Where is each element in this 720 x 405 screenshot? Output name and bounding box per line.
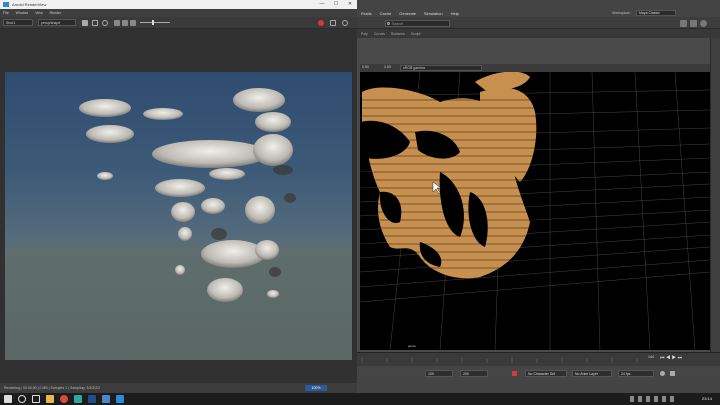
zoom-indicator[interactable]: 100% <box>305 385 327 391</box>
aov-select[interactable]: persp/shape <box>38 19 76 26</box>
workspace-label: Workspace: <box>612 11 631 15</box>
viewport-3d[interactable]: persp <box>360 72 710 350</box>
system-tray-icons[interactable] <box>630 396 678 402</box>
shelf-tab-curves[interactable]: Curves <box>374 32 385 36</box>
search-input[interactable]: Search <box>385 20 450 27</box>
menu-fluids[interactable]: Fluids <box>361 11 372 16</box>
desktop: Fluids Cache Generate Simulation Help Wo… <box>0 0 720 405</box>
maya-icon[interactable] <box>74 395 82 403</box>
rv-menu-render[interactable]: Render <box>50 11 61 15</box>
maximize-button[interactable]: ☐ <box>329 0 343 9</box>
renderview-titlebar[interactable]: Arnold RenderView <box>0 0 357 9</box>
chrome-icon[interactable] <box>60 395 68 403</box>
photoshop-icon[interactable] <box>88 395 96 403</box>
rv-menu-window[interactable]: Window <box>16 11 28 15</box>
fps-select[interactable]: 24 fps <box>618 370 654 377</box>
menu-help[interactable]: Help <box>451 11 459 16</box>
search-icon <box>387 22 390 25</box>
preferences-icon[interactable] <box>670 371 675 376</box>
character-set-select[interactable]: No Character Set <box>525 370 567 377</box>
stop-icon[interactable] <box>92 20 98 26</box>
range-start-field[interactable]: 100 <box>425 370 453 377</box>
refresh-icon[interactable] <box>102 20 108 26</box>
arnold-taskbar-icon[interactable] <box>116 395 124 403</box>
rv-menu-file[interactable]: File <box>3 11 9 15</box>
task-view-icon[interactable] <box>32 395 40 403</box>
time-ticks <box>361 357 638 363</box>
attribute-editor-strip[interactable] <box>710 38 720 368</box>
settings-icon[interactable] <box>700 20 707 27</box>
menu-simulation[interactable]: Simulation <box>424 11 443 16</box>
exposure-slider-handle[interactable] <box>152 20 154 25</box>
workspace-select[interactable]: Maya Classic <box>636 10 676 16</box>
ipr-icon[interactable] <box>690 20 697 27</box>
gamma-field[interactable]: 1.00 <box>384 65 391 69</box>
renderview-statusbar: Rendering | 00:00:00 | 0 MB | Samples 1 … <box>0 383 357 393</box>
minimize-button[interactable]: — <box>315 0 329 9</box>
taskbar-clock[interactable]: 23:14 <box>682 394 712 404</box>
record-icon[interactable] <box>318 20 324 26</box>
shelf-tab-poly[interactable]: Poly <box>361 32 368 36</box>
playback-controls[interactable]: ⏮ ◀ ▶ ⏭ <box>660 355 710 361</box>
camera-label: persp <box>408 344 416 348</box>
camera-select[interactable]: Shot1 <box>3 19 33 26</box>
viewport-scene <box>360 72 710 350</box>
cloud-group <box>79 88 293 302</box>
channel-g-icon[interactable] <box>122 20 128 26</box>
render-clouds <box>79 88 296 302</box>
render-icon[interactable] <box>680 20 687 27</box>
renderview-menubar: File Window View Render <box>0 9 357 17</box>
particle-cloud <box>362 72 537 279</box>
channel-r-icon[interactable] <box>114 20 120 26</box>
gear-icon[interactable] <box>342 20 348 26</box>
search-taskbar-icon[interactable] <box>18 395 26 403</box>
anim-layer-select[interactable]: No Anim Layer <box>572 370 612 377</box>
exposure-field[interactable]: 0.00 <box>362 65 369 69</box>
shelf-tabs: Poly Curves Surfaces Sculpt <box>357 29 720 38</box>
rendered-image <box>5 72 352 360</box>
autokey-icon[interactable] <box>660 371 665 376</box>
shelf-tab-surfaces[interactable]: Surfaces <box>391 32 405 36</box>
shelf-tab-sculpt[interactable]: Sculpt <box>411 32 421 36</box>
start-icon[interactable] <box>4 395 12 403</box>
menu-generate[interactable]: Generate <box>399 11 416 16</box>
exposure-slider[interactable] <box>140 22 170 23</box>
key-icon[interactable] <box>512 371 517 376</box>
explorer-icon[interactable] <box>46 395 54 403</box>
current-time-field[interactable]: 144 <box>648 355 658 361</box>
rv-menu-view[interactable]: View <box>35 11 43 15</box>
close-button[interactable]: ✕ <box>343 0 357 9</box>
menu-cache[interactable]: Cache <box>380 11 392 16</box>
arnold-logo-icon <box>3 2 9 7</box>
channel-b-icon[interactable] <box>130 20 136 26</box>
crop-icon[interactable] <box>330 20 336 26</box>
play-icon[interactable] <box>82 20 88 26</box>
mail-icon[interactable] <box>102 395 110 403</box>
color-management-select[interactable]: sRGB gamma <box>400 65 482 71</box>
range-end-field[interactable]: 200 <box>460 370 488 377</box>
